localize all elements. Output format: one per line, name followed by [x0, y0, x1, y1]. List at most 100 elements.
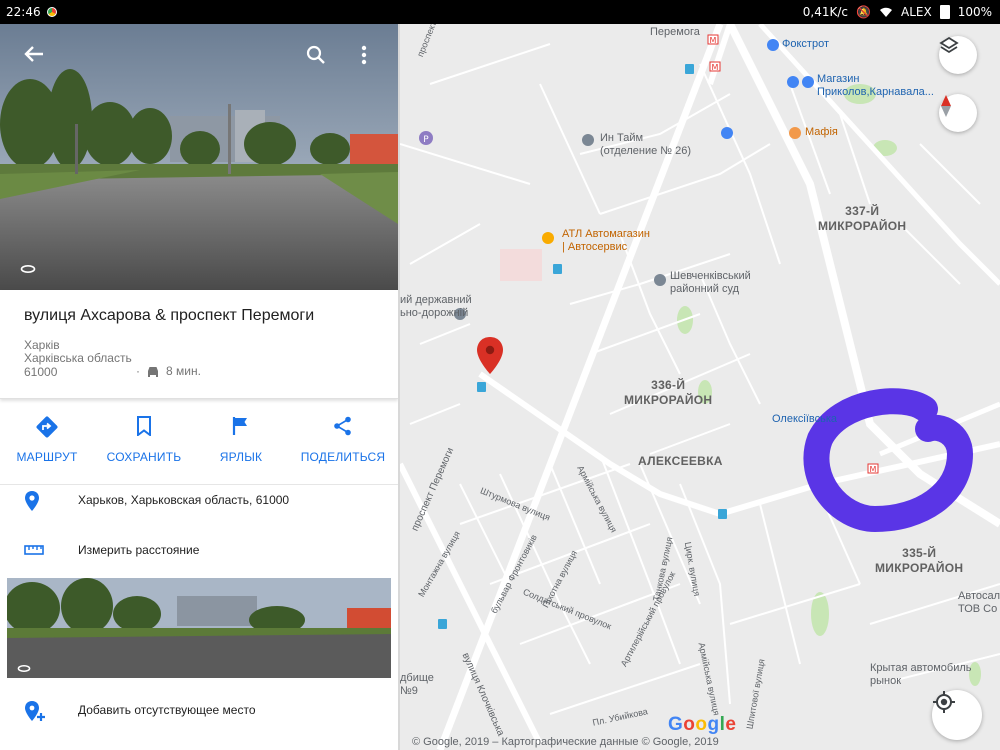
- poi-car-market-line1: Крытая автомобиль: [870, 662, 972, 674]
- poi-university-line1: ий державний: [400, 294, 472, 306]
- district-337: 337-Й МИКРОРАЙОН: [818, 204, 906, 234]
- status-time: 22:46: [6, 5, 41, 19]
- svg-text:P: P: [423, 135, 429, 145]
- poi-car-market: Крытая автомобиль рынок: [870, 662, 972, 688]
- district-336-line1: 336-Й: [651, 378, 686, 392]
- address-region: Харківська область: [24, 351, 132, 365]
- address-postcode: 61000: [24, 365, 58, 379]
- svg-text:M: M: [870, 465, 877, 474]
- measure-distance-row[interactable]: Измерить расстояние: [0, 528, 398, 574]
- poi-atl-line1: АТЛ Автомагазин: [562, 228, 650, 240]
- action-bar: МАРШРУТ СОХРАНИТЬ ЯРЛЫК ПОДЕЛИТЬСЯ: [0, 408, 398, 485]
- svg-text:M: M: [710, 36, 717, 45]
- chrome-notification-icon: [46, 7, 57, 17]
- label-label: ЯРЛЫК: [219, 450, 263, 464]
- address-text: Харьков, Харьковская область, 61000: [78, 493, 290, 507]
- poi-costume-shop: Магазин Приколов,Карнавала...: [817, 73, 934, 99]
- compass-button[interactable]: [939, 94, 977, 132]
- poi-autosalon-line2: ТОВ Со: [958, 603, 998, 615]
- save-button[interactable]: СОХРАНИТЬ: [96, 408, 192, 484]
- street-photo-image: [0, 24, 398, 290]
- drive-time: · 8 мин.: [136, 364, 201, 378]
- bookmark-icon: [137, 416, 151, 436]
- layers-icon: [939, 36, 959, 54]
- poi-car-market-line2: рынок: [870, 675, 902, 687]
- poi-in-time-line1: Ин Тайм: [600, 132, 644, 144]
- district-335-line2: МИКРОРАЙОН: [875, 561, 964, 575]
- share-label: ПОДЕЛИТЬСЯ: [300, 450, 386, 464]
- measure-text: Измерить расстояние: [78, 543, 200, 557]
- poi-atl-line2: | Автосервис: [562, 241, 628, 253]
- address-city: Харків: [24, 338, 60, 352]
- google-logo: Google: [668, 714, 737, 735]
- status-bar: 22:46 0,41K/c 🔕 ALEX 100%: [0, 0, 1000, 24]
- add-missing-place-row[interactable]: Добавить отсутствующее место: [0, 688, 398, 734]
- search-icon[interactable]: [306, 45, 326, 65]
- route-button[interactable]: МАРШРУТ: [0, 408, 95, 484]
- street-view-photo[interactable]: [0, 24, 398, 290]
- building-area: [500, 249, 542, 281]
- place-info: вулиця Ахсарова & проспект Перемоги Харк…: [0, 290, 398, 399]
- poi-dbyshe-line1: дбище: [400, 672, 434, 684]
- district-alekseevka: АЛЕКСЕЕВКА: [638, 454, 723, 468]
- add-place-icon: [25, 701, 45, 721]
- poi-dbyshe: дбище №9: [400, 672, 434, 698]
- directions-icon: [36, 416, 58, 438]
- back-arrow-icon[interactable]: [24, 45, 44, 63]
- selected-location-pin: [477, 337, 503, 374]
- map-copyright: © Google, 2019 – Картографические данные…: [412, 736, 719, 748]
- ruler-icon: [24, 545, 44, 555]
- poi-in-time-line2: (отделение № 26): [600, 145, 692, 157]
- route-label: МАРШРУТ: [16, 450, 78, 464]
- flag-icon: [232, 417, 247, 435]
- poi-university-line2: ьно-дорожній: [400, 307, 469, 319]
- address-row[interactable]: Харьков, Харьковская область, 61000: [0, 478, 398, 524]
- poi-autosalon: Автосало ТОВ Со: [958, 590, 1000, 616]
- label-button[interactable]: ЯРЛЫК: [193, 408, 289, 484]
- place-panel: вулиця Ахсарова & проспект Перемоги Харк…: [0, 24, 398, 750]
- layers-button[interactable]: [939, 36, 977, 74]
- poi-court-line1: Шевченківський: [670, 270, 751, 282]
- street-view-360-icon: [17, 660, 31, 678]
- district-335: 335-Й МИКРОРАЙОН: [875, 546, 963, 576]
- poi-foxtrot: Фокстрот: [782, 38, 829, 50]
- street-view-360-icon: [20, 264, 36, 274]
- network-speed: 0,41K/c: [802, 5, 849, 19]
- battery-level: 100%: [957, 5, 992, 19]
- separator-dot: ·: [136, 364, 140, 378]
- more-options-icon[interactable]: [361, 45, 367, 65]
- my-location-button[interactable]: [932, 690, 982, 740]
- poi-university: ий державний ьно-дорожній: [400, 294, 472, 320]
- location-pin-icon: [25, 491, 39, 511]
- svg-text:M: M: [712, 63, 719, 72]
- wifi-icon: [879, 7, 892, 17]
- poi-autosalon-line1: Автосало: [958, 590, 1000, 602]
- my-location-icon: [933, 691, 955, 713]
- district-337-line1: 337-Й: [845, 204, 880, 218]
- share-button[interactable]: ПОДЕЛИТЬСЯ: [295, 408, 391, 484]
- district-335-line1: 335-Й: [902, 546, 937, 560]
- car-icon: [148, 366, 158, 377]
- poi-in-time: Ин Тайм (отделение № 26): [600, 132, 691, 158]
- poi-oleksiivska: Олексіївська: [772, 413, 838, 425]
- share-icon: [334, 416, 351, 436]
- thumbnail-image: [7, 578, 391, 678]
- battery-icon: [939, 5, 950, 19]
- map-view[interactable]: M M M M P 337-Й МИКРОРАЙОН 336-Й МИКРОРА…: [400, 24, 1000, 750]
- poi-dbyshe-line2: №9: [400, 685, 418, 697]
- place-title: вулиця Ахсарова & проспект Перемоги: [24, 307, 315, 324]
- compass-icon: [941, 95, 951, 117]
- carrier-name: ALEX: [900, 5, 932, 19]
- poi-peremoha: Перемога: [650, 26, 700, 38]
- add-place-text: Добавить отсутствующее место: [78, 703, 256, 717]
- mute-icon: 🔕: [856, 5, 871, 19]
- poi-court: Шевченківський районний суд: [670, 270, 751, 296]
- district-336-line2: МИКРОРАЙОН: [624, 393, 713, 407]
- drive-time-value: 8 мин.: [166, 364, 201, 378]
- poi-atl: АТЛ Автомагазин | Автосервис: [562, 228, 650, 254]
- save-label: СОХРАНИТЬ: [106, 450, 182, 464]
- poi-court-line2: районний суд: [670, 283, 740, 295]
- district-336: 336-Й МИКРОРАЙОН: [624, 378, 712, 408]
- poi-mafia: Мафія: [805, 126, 838, 138]
- photo-thumbnail[interactable]: [7, 578, 391, 678]
